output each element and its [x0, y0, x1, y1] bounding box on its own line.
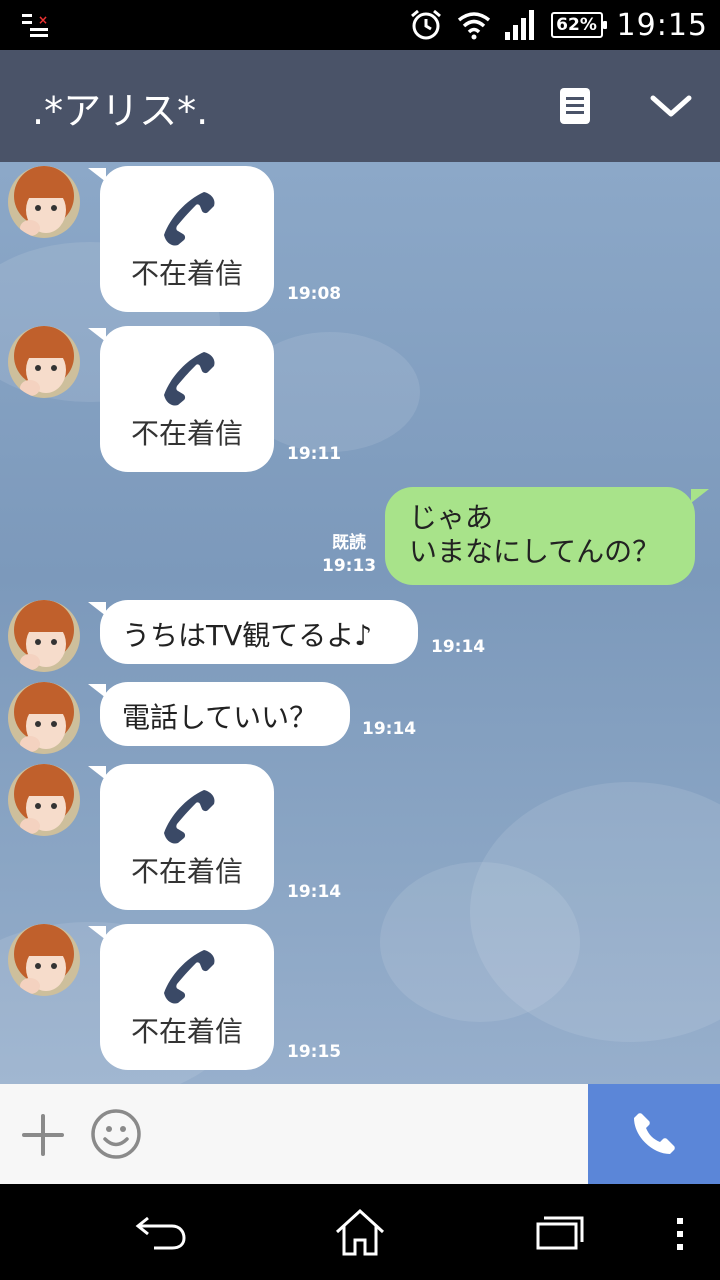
chat-header: .*アリス*.: [0, 50, 720, 162]
phone-icon: [164, 192, 215, 246]
more-icon[interactable]: [674, 1216, 686, 1252]
call-button[interactable]: [588, 1084, 720, 1184]
plus-icon[interactable]: [20, 1112, 66, 1158]
avatar[interactable]: [8, 166, 80, 238]
message-bubble[interactable]: 電話していい？: [88, 682, 350, 746]
wifi-icon: [457, 12, 490, 40]
notification-icon: ×: [22, 13, 48, 37]
svg-text:×: ×: [38, 13, 48, 27]
message-time: 19:13: [322, 556, 377, 576]
phone-icon: [164, 950, 215, 1004]
recents-icon[interactable]: [536, 1214, 584, 1250]
message-time: 19:14: [287, 882, 342, 902]
missed-call-label: 不在着信: [130, 855, 243, 888]
message-text: うちはTV観てるよ♪: [122, 619, 373, 652]
phone-icon: [634, 1113, 675, 1154]
missed-call-label: 不在着信: [130, 257, 243, 290]
avatar[interactable]: [8, 682, 80, 754]
missed-call-bubble[interactable]: 不在着信: [88, 166, 274, 312]
cloud-decoration: [380, 862, 580, 1022]
battery-level: 62%: [556, 15, 597, 35]
message-bubble[interactable]: うちはTV観てるよ♪: [88, 600, 418, 664]
missed-call-bubble[interactable]: 不在着信: [88, 326, 274, 472]
navigation-bar: [0, 1184, 720, 1280]
back-icon[interactable]: [134, 1212, 188, 1252]
message-line: いまなにしてんの？: [409, 535, 661, 568]
message-line: じゃあ: [409, 501, 494, 534]
missed-call-label: 不在着信: [130, 1015, 243, 1048]
battery-icon: 62%: [550, 12, 607, 38]
message-time: 19:14: [362, 719, 417, 739]
own-message-bubble[interactable]: じゃあ いまなにしてんの？: [385, 487, 709, 585]
missed-call-label: 不在着信: [130, 417, 243, 450]
signal-icon: [504, 10, 534, 40]
message-text: 電話していい？: [122, 701, 318, 734]
missed-call-bubble[interactable]: 不在着信: [88, 924, 274, 1070]
read-receipt: 既読: [332, 533, 366, 553]
home-icon[interactable]: [333, 1208, 387, 1258]
avatar[interactable]: [8, 326, 80, 398]
message-time: 19:15: [287, 1042, 342, 1062]
status-bar: × 62% 19:15: [0, 0, 720, 50]
alarm-icon: [410, 9, 441, 40]
message-time: 19:14: [431, 637, 486, 657]
chat-area[interactable]: 不在着信 19:08 不在着信 19:11 既読 19:13 じゃあ いまなにし…: [0, 162, 720, 1084]
chevron-down-icon[interactable]: [648, 90, 694, 122]
message-time: 19:08: [287, 284, 342, 304]
input-bar: [0, 1084, 720, 1184]
smiley-icon[interactable]: [90, 1108, 142, 1160]
phone-icon: [164, 790, 215, 844]
notes-icon[interactable]: [558, 86, 594, 126]
status-time: 19:15: [616, 7, 708, 43]
avatar[interactable]: [8, 600, 80, 672]
avatar[interactable]: [8, 764, 80, 836]
avatar[interactable]: [8, 924, 80, 996]
chat-title: .*アリス*.: [32, 89, 209, 133]
phone-icon: [164, 352, 215, 406]
message-time: 19:11: [287, 444, 342, 464]
missed-call-bubble[interactable]: 不在着信: [88, 764, 274, 910]
